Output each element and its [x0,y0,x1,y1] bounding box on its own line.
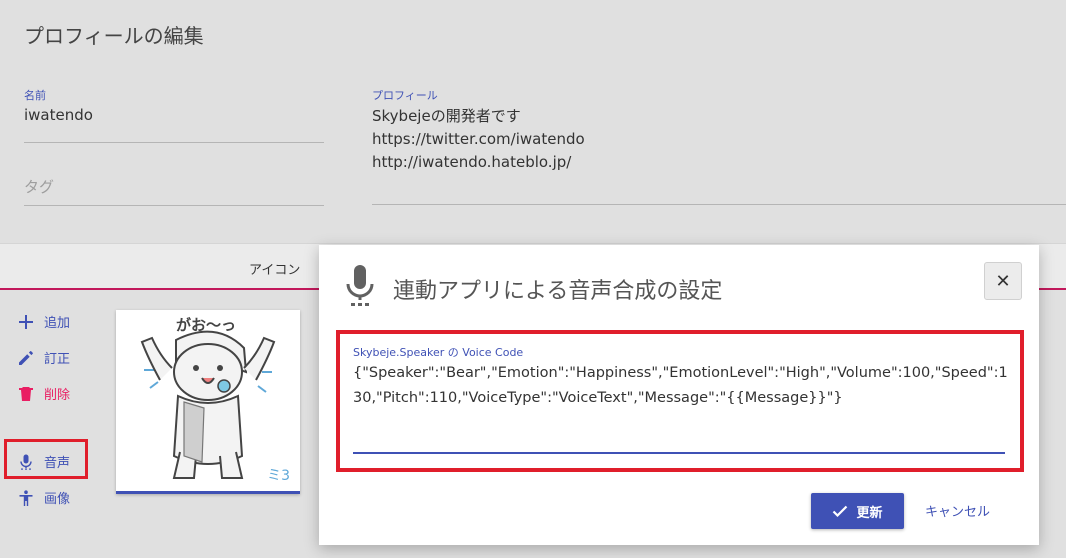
voice-code-field-highlight: Skybeje.Speaker の Voice Code {"Speaker":… [336,330,1024,472]
add-button[interactable]: 追加 [18,312,70,331]
delete-button[interactable]: 削除 [18,384,70,403]
profile-field-underline [372,204,1066,205]
page-title: プロフィールの編集 [24,24,204,48]
voice-code-label: Skybeje.Speaker の Voice Code [353,346,524,359]
update-button-label: 更新 [856,505,883,521]
check-icon [833,505,848,518]
cancel-button[interactable]: キャンセル [925,501,990,520]
edit-button[interactable]: 訂正 [18,348,70,367]
microphone-icon [20,454,32,470]
profile-line: https://twitter.com/iwatendo [372,130,585,148]
delete-button-label: 削除 [44,388,71,403]
plus-icon [19,314,33,329]
close-button[interactable]: ✕ [984,262,1022,300]
person-icon [19,489,33,506]
tag-field[interactable]: タグ [24,176,54,197]
profile-field-label: プロフィール [372,89,438,102]
name-field-label: 名前 [24,89,46,102]
edit-button-label: 訂正 [44,352,71,367]
voice-button-label: 音声 [44,456,71,471]
name-field[interactable]: iwatendo [24,106,93,124]
voice-button[interactable]: 音声 [18,452,70,471]
profile-field[interactable]: Skybejeの開発者です https://twitter.com/iwaten… [372,105,585,174]
profile-line: Skybejeの開発者です [372,107,521,125]
update-button[interactable]: 更新 [811,493,904,529]
profile-line: http://iwatendo.hateblo.jp/ [372,153,572,171]
voice-code-input[interactable]: {"Speaker":"Bear","Emotion":"Happiness",… [353,361,1013,411]
tab-icon[interactable]: アイコン [249,259,300,278]
add-button-label: 追加 [44,316,71,331]
bear-illustration [140,330,276,479]
pencil-icon [19,350,33,365]
image-button[interactable]: 画像 [18,488,70,507]
tag-field-underline [24,205,324,206]
close-icon: ✕ [995,270,1011,292]
dialog-title: 連動アプリによる音声合成の設定 [393,279,723,304]
corner-text: ミ3 [267,468,290,484]
name-field-underline [24,142,324,143]
voice-settings-dialog: 連動アプリによる音声合成の設定 ✕ Skybeje.Speaker の Voic… [319,245,1039,545]
image-button-label: 画像 [44,492,71,507]
voice-code-underline [353,452,1005,454]
trash-icon [19,386,33,401]
microphone-icon [346,265,374,306]
icon-card[interactable]: がお〜っ ミ3 [116,310,300,494]
